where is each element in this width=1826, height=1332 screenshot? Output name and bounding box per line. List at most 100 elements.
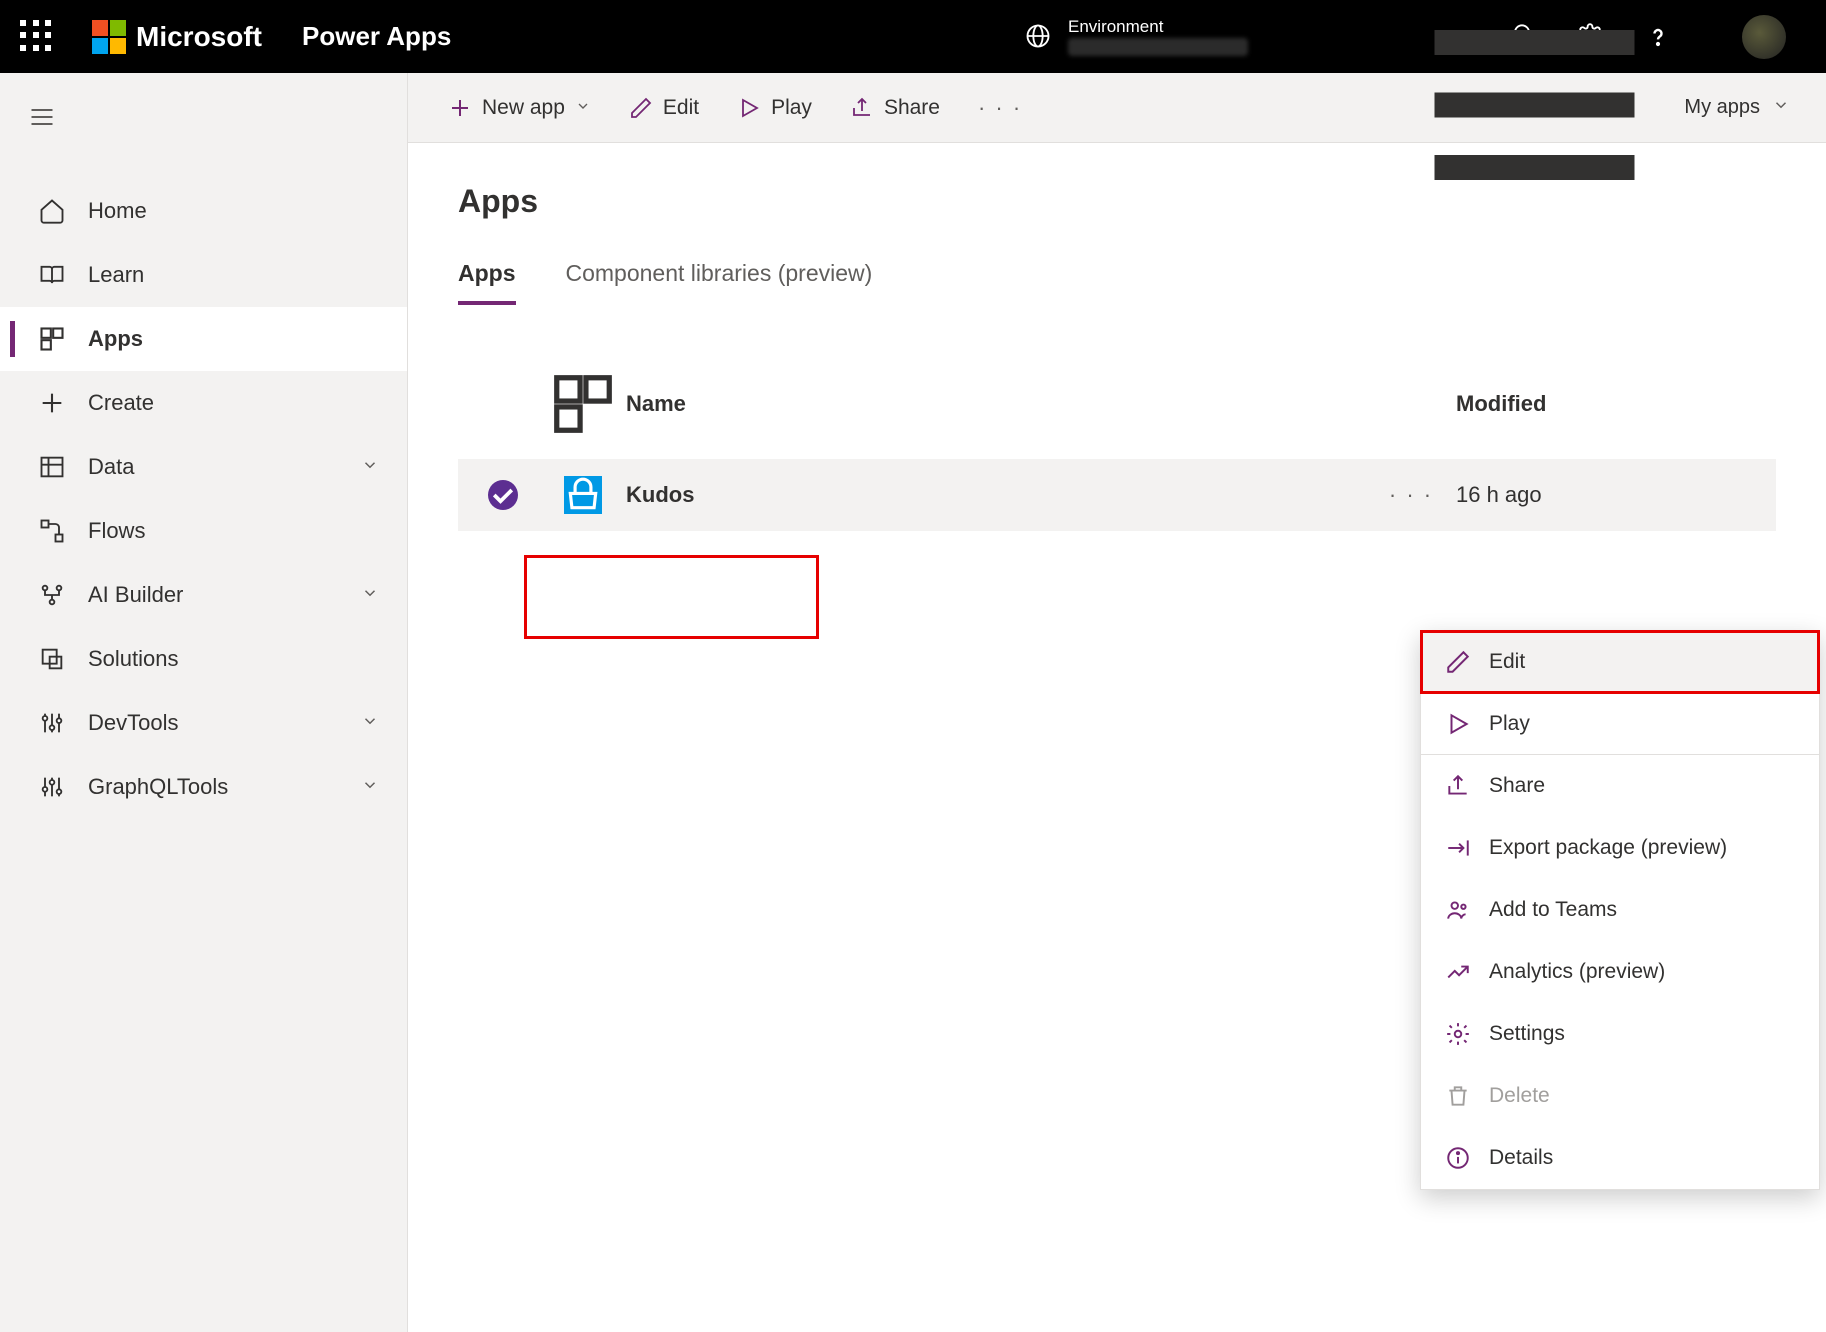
nav-label: DevTools [88,710,178,736]
nav-label: Apps [88,326,143,352]
nav-label: Learn [88,262,144,288]
row-more-button[interactable]: · · · [1389,482,1433,508]
ctx-export[interactable]: Export package (preview) [1421,817,1819,879]
button-label: Play [771,96,812,120]
ctx-add-to-teams[interactable]: Add to Teams [1421,879,1819,941]
ctx-label: Share [1489,774,1545,798]
type-icon-header[interactable] [548,369,618,439]
nav-collapse-button[interactable] [0,91,407,149]
chevron-down-icon [361,774,379,800]
ctx-label: Settings [1489,1022,1565,1046]
nav-label: Home [88,198,147,224]
edit-icon [1445,649,1471,675]
modified-value: 16 h ago [1456,482,1776,508]
product-name: Power Apps [302,21,451,52]
share-icon [850,96,874,120]
app-name: Kudos [618,482,1366,508]
ctx-label: Export package (preview) [1489,836,1727,860]
ctx-label: Play [1489,712,1530,736]
nav-devtools[interactable]: DevTools [0,691,407,755]
info-icon [1445,1145,1471,1171]
play-button[interactable]: Play [733,90,816,126]
chevron-down-icon [575,96,591,120]
overflow-button[interactable]: · · · [974,89,1026,127]
more-icon: · · · [978,95,1022,121]
play-icon [737,96,761,120]
nav-ai-builder[interactable]: AI Builder [0,563,407,627]
col-name-header[interactable]: Name [618,391,1366,417]
table-row[interactable]: Kudos · · · 16 h ago [458,459,1776,531]
ctx-label: Analytics (preview) [1489,960,1665,984]
row-context-menu: Edit Play Share Export package (preview)… [1420,630,1820,1190]
ctx-label: Details [1489,1146,1553,1170]
nav-label: Data [88,454,134,480]
chevron-down-icon [361,454,379,480]
globe-icon [1024,22,1052,50]
left-nav: Home Learn Apps Create Data Flows [0,73,408,1332]
solutions-icon [38,645,66,673]
microsoft-logo[interactable]: Microsoft [92,20,262,54]
view-filter-label: My apps [1684,96,1760,119]
apps-table: Name Modified Kudos · · · 16 h ago [458,355,1776,531]
ctx-settings[interactable]: Settings [1421,1003,1819,1065]
book-icon [38,261,66,289]
home-icon [38,197,66,225]
nav-home[interactable]: Home [0,179,407,243]
new-app-button[interactable]: New app [444,90,595,126]
environment-value-redacted [1068,38,1248,56]
ctx-label: Add to Teams [1489,898,1617,922]
nav-label: Create [88,390,154,416]
tab-component-libraries[interactable]: Component libraries (preview) [566,260,873,305]
ctx-analytics[interactable]: Analytics (preview) [1421,941,1819,1003]
flows-icon [38,517,66,545]
nav-create[interactable]: Create [0,371,407,435]
button-label: Share [884,96,940,120]
nav-graphqltools[interactable]: GraphQLTools [0,755,407,819]
edit-icon [629,96,653,120]
plus-icon [448,96,472,120]
chevron-down-icon [361,582,379,608]
nav-solutions[interactable]: Solutions [0,627,407,691]
row-selected-icon[interactable] [488,480,518,510]
app-icon [564,476,602,514]
nav-learn[interactable]: Learn [0,243,407,307]
ctx-play[interactable]: Play [1421,693,1819,755]
ctx-delete: Delete [1421,1065,1819,1127]
tabs: Apps Component libraries (preview) [458,260,1776,305]
nav-data[interactable]: Data [0,435,407,499]
environment-label: Environment [1068,17,1248,37]
teams-icon [1445,897,1471,923]
apps-icon [38,325,66,353]
col-modified-header[interactable]: Modified [1456,391,1776,417]
data-icon [38,453,66,481]
environment-picker[interactable]: Environment [1024,17,1248,55]
page-title: Apps [458,183,1776,220]
button-label: New app [482,96,565,120]
button-label: Edit [663,96,699,120]
tab-apps[interactable]: Apps [458,260,516,305]
ctx-share[interactable]: Share [1421,755,1819,817]
graphql-icon [38,773,66,801]
ctx-label: Edit [1489,650,1525,674]
command-bar: New app Edit Play Share · · · My apps [408,73,1826,143]
nav-apps[interactable]: Apps [0,307,407,371]
analytics-icon [1445,959,1471,985]
ctx-details[interactable]: Details [1421,1127,1819,1189]
edit-button[interactable]: Edit [625,90,703,126]
table-header: Name Modified [458,355,1776,459]
share-icon [1445,773,1471,799]
devtools-icon [38,709,66,737]
nav-label: AI Builder [88,582,183,608]
ctx-edit[interactable]: Edit [1421,631,1819,693]
nav-label: Solutions [88,646,179,672]
nav-flows[interactable]: Flows [0,499,407,563]
play-icon [1445,711,1471,737]
share-button[interactable]: Share [846,90,944,126]
app-launcher-icon[interactable] [20,20,54,54]
gear-icon [1445,1021,1471,1047]
delete-icon [1445,1083,1471,1109]
export-icon [1445,835,1471,861]
plus-icon [38,389,66,417]
microsoft-squares-icon [92,20,126,54]
chevron-down-icon [1772,96,1790,120]
